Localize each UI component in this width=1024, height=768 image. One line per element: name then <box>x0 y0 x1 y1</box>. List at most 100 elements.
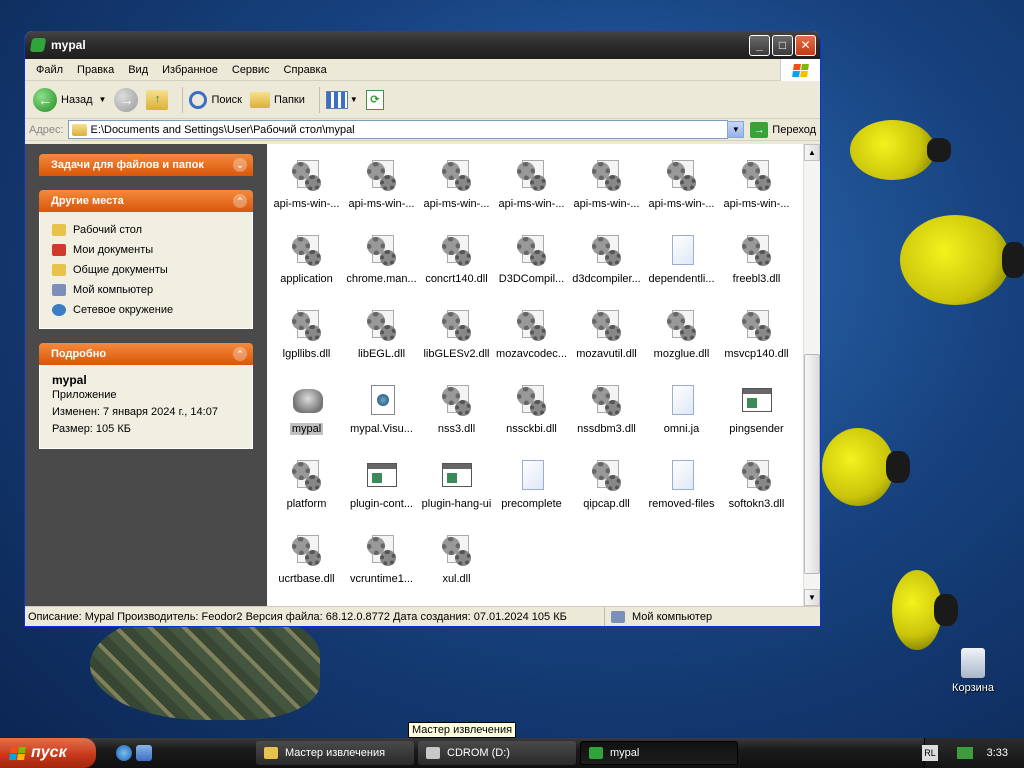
place-label: Общие документы <box>73 264 168 276</box>
menu-file[interactable]: Файл <box>29 64 70 76</box>
file-item[interactable]: plugin-cont... <box>344 450 419 525</box>
task-extraction-wizard[interactable]: Мастер извлечения <box>256 741 414 765</box>
menu-favorites[interactable]: Избранное <box>155 64 225 76</box>
file-name: mypal <box>289 423 324 435</box>
file-item[interactable]: mozglue.dll <box>644 300 719 375</box>
file-item[interactable]: lgpllibs.dll <box>269 300 344 375</box>
file-item[interactable]: api-ms-win-... <box>569 150 644 225</box>
place-my-computer[interactable]: Мой компьютер <box>52 280 240 300</box>
menu-view[interactable]: Вид <box>121 64 155 76</box>
file-item[interactable]: libEGL.dll <box>344 300 419 375</box>
file-item[interactable]: omni.ja <box>644 375 719 450</box>
details-title: Подробно <box>51 348 107 360</box>
scroll-up-button[interactable]: ▲ <box>804 144 820 161</box>
file-item[interactable]: mozavcodec... <box>494 300 569 375</box>
show-desktop-icon[interactable] <box>136 745 152 761</box>
file-item[interactable]: removed-files <box>644 450 719 525</box>
file-item[interactable]: pingsender <box>719 375 794 450</box>
file-item[interactable]: freebl3.dll <box>719 225 794 300</box>
file-item[interactable]: d3dcompiler... <box>569 225 644 300</box>
file-list-view[interactable]: api-ms-win-... api-ms-win-... api-ms-win-.… <box>267 144 820 606</box>
maximize-button[interactable]: □ <box>772 34 793 56</box>
collapse-chevron-icon[interactable]: ⌃ <box>233 347 247 361</box>
scroll-thumb[interactable] <box>804 354 820 574</box>
file-item[interactable]: api-ms-win-... <box>494 150 569 225</box>
file-item[interactable]: plugin-hang-ui <box>419 450 494 525</box>
file-item[interactable]: nssckbi.dll <box>494 375 569 450</box>
details-file-type: Приложение <box>52 389 117 401</box>
close-button[interactable]: ✕ <box>795 34 816 56</box>
back-button[interactable]: ← Назад ▼ <box>33 87 107 112</box>
scroll-down-button[interactable]: ▼ <box>804 589 820 606</box>
file-item[interactable]: api-ms-win-... <box>719 150 794 225</box>
address-input[interactable]: E:\Documents and Settings\User\Рабочий с… <box>67 120 729 139</box>
address-value: E:\Documents and Settings\User\Рабочий с… <box>90 123 355 136</box>
views-icon <box>325 90 348 109</box>
file-item[interactable]: platform <box>269 450 344 525</box>
search-button[interactable]: Поиск <box>189 90 242 109</box>
title-bar[interactable]: mypal _ □ ✕ <box>25 31 820 59</box>
file-item[interactable]: api-ms-win-... <box>644 150 719 225</box>
menu-edit[interactable]: Правка <box>70 64 121 76</box>
forward-button[interactable]: → <box>114 87 139 112</box>
file-item[interactable]: application <box>269 225 344 300</box>
folders-button[interactable]: Папки <box>249 91 305 108</box>
task-cdrom[interactable]: CDROM (D:) <box>418 741 576 765</box>
other-places-header[interactable]: Другие места ⌃ <box>39 190 253 212</box>
file-item[interactable]: softokn3.dll <box>719 450 794 525</box>
file-item[interactable]: mozavutil.dll <box>569 300 644 375</box>
file-item[interactable]: D3DCompil... <box>494 225 569 300</box>
menu-tools[interactable]: Сервис <box>225 64 277 76</box>
network-status-icon[interactable] <box>956 747 973 759</box>
search-icon <box>189 90 208 109</box>
dll-gear-icon <box>291 533 323 569</box>
details-header[interactable]: Подробно ⌃ <box>39 343 253 365</box>
expand-chevron-icon[interactable]: ⌄ <box>233 158 247 172</box>
file-item[interactable]: vcruntime1... <box>344 525 419 600</box>
file-item[interactable]: mypal.Visu... <box>344 375 419 450</box>
application-window-icon <box>441 458 473 494</box>
menu-help[interactable]: Справка <box>277 64 334 76</box>
file-item[interactable]: api-ms-win-... <box>269 150 344 225</box>
start-button[interactable]: пуск <box>0 738 96 768</box>
file-item[interactable]: nssdbm3.dll <box>569 375 644 450</box>
taskbar-tasks: Мастер извлечения CDROM (D:) mypal <box>256 741 742 765</box>
place-my-documents[interactable]: Мои документы <box>52 240 240 260</box>
file-item[interactable]: chrome.man... <box>344 225 419 300</box>
folder-icon <box>71 123 87 136</box>
place-network[interactable]: Сетевое окружение <box>52 300 240 320</box>
internet-explorer-icon[interactable] <box>116 745 132 761</box>
collapse-chevron-icon[interactable]: ⌃ <box>233 194 247 208</box>
file-item[interactable]: api-ms-win-... <box>419 150 494 225</box>
file-item[interactable]: dependentli... <box>644 225 719 300</box>
up-folder-button[interactable]: ↑ <box>146 89 169 110</box>
file-item[interactable]: ucrtbase.dll <box>269 525 344 600</box>
desktop-icon-recycle-bin[interactable]: Корзина <box>938 648 1008 694</box>
file-item[interactable]: libGLESv2.dll <box>419 300 494 375</box>
file-name: msvcp140.dll <box>724 348 789 360</box>
file-name: api-ms-win-... <box>573 198 640 210</box>
file-item[interactable]: precomplete <box>494 450 569 525</box>
file-item[interactable]: nss3.dll <box>419 375 494 450</box>
config-file-icon <box>291 458 323 494</box>
go-button[interactable]: → Переход <box>750 121 816 138</box>
file-item[interactable]: qipcap.dll <box>569 450 644 525</box>
minimize-button[interactable]: _ <box>749 34 770 56</box>
clock[interactable]: 3:33 <box>987 747 1008 759</box>
back-dropdown-icon[interactable]: ▼ <box>99 95 107 104</box>
vertical-scrollbar[interactable]: ▲ ▼ <box>803 144 820 606</box>
sync-button[interactable]: ⟳ <box>365 89 384 110</box>
file-item[interactable]: concrt140.dll <box>419 225 494 300</box>
file-item[interactable]: xul.dll <box>419 525 494 600</box>
file-tasks-header[interactable]: Задачи для файлов и папок ⌄ <box>39 154 253 176</box>
file-name: platform <box>286 498 327 510</box>
place-shared-documents[interactable]: Общие документы <box>52 260 240 280</box>
file-item[interactable]: api-ms-win-... <box>344 150 419 225</box>
file-item[interactable]: mypal <box>269 375 344 450</box>
task-mypal[interactable]: mypal <box>580 741 738 765</box>
file-item[interactable]: msvcp140.dll <box>719 300 794 375</box>
language-indicator[interactable]: RL <box>922 745 938 761</box>
views-button[interactable]: ▼ <box>325 90 358 109</box>
address-dropdown-icon[interactable]: ▼ <box>727 121 745 138</box>
place-desktop[interactable]: Рабочий стол <box>52 220 240 240</box>
